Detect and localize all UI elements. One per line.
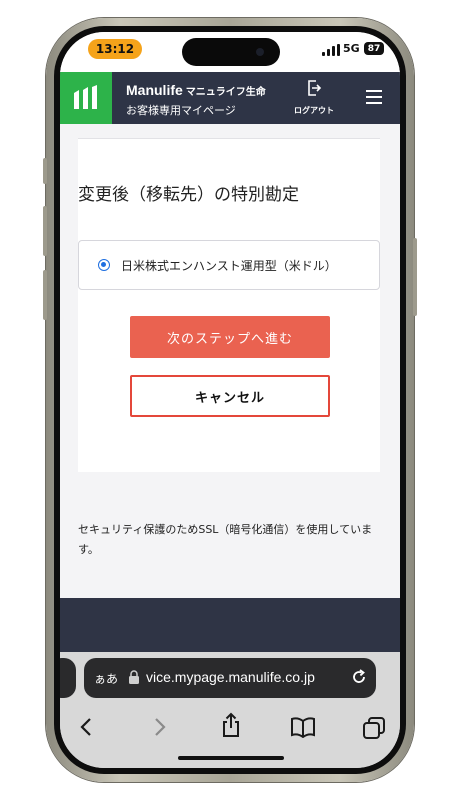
phone-screen: 13:12 5G 87 Manulifeマニュライフ生命 お客様専用マイページ [60, 32, 400, 768]
battery-icon: 87 [364, 42, 384, 55]
reader-button[interactable]: ぁあ [94, 670, 118, 687]
signal-icon [322, 44, 340, 56]
site-subtitle: お客様専用マイページ [126, 104, 236, 117]
hamburger-menu-icon[interactable] [366, 88, 384, 108]
next-step-button[interactable]: 次のステップへ進む [130, 316, 330, 358]
volume-down-button [43, 270, 47, 320]
fund-option-label: 日米株式エンハンスト運用型（米ドル） [121, 259, 337, 273]
logout-button[interactable]: ログアウト [288, 76, 340, 120]
dynamic-island [182, 38, 280, 66]
address-bar[interactable]: ぁあ vice.mypage.manulife.co.jp [84, 658, 376, 698]
share-icon[interactable] [220, 712, 242, 738]
reload-icon[interactable] [350, 668, 368, 686]
home-indicator [178, 756, 284, 760]
status-bar: 13:12 5G 87 [60, 32, 400, 72]
brand-name: Manulife マニュライフ生命 [126, 80, 266, 99]
site-footer [60, 598, 400, 652]
radio-selected-icon[interactable] [98, 259, 110, 271]
tabs-icon[interactable] [362, 716, 386, 740]
bookmarks-icon[interactable] [290, 716, 316, 738]
fund-selection-card: 変更後（移転先）の特別勘定 日米株式エンハンスト運用型（米ドル） 次のステップへ… [78, 138, 380, 472]
fund-option[interactable]: 日米株式エンハンスト運用型（米ドル） [78, 240, 380, 290]
brand-main: Manulife [126, 82, 183, 98]
main-content: 変更後（移転先）の特別勘定 日米株式エンハンスト運用型（米ドル） 次のステップへ… [60, 124, 400, 598]
power-button [413, 238, 417, 316]
brand-jp: マニュライフ生命 [185, 87, 266, 98]
divider [78, 138, 380, 139]
cancel-button[interactable]: キャンセル [130, 375, 330, 417]
ssl-note: セキュリティ保護のためSSL（暗号化通信）を使用しています。 [78, 523, 373, 556]
network-label: 5G [343, 42, 360, 55]
status-time: 13:12 [88, 39, 142, 59]
manulife-logo-icon[interactable] [60, 72, 112, 124]
volume-up-button [43, 206, 47, 256]
previous-tab-preview[interactable] [60, 658, 76, 698]
browser-bottom-bar: ぁあ vice.mypage.manulife.co.jp [60, 652, 400, 768]
forward-icon[interactable] [150, 716, 168, 738]
lock-icon [129, 670, 139, 684]
logout-label: ログアウト [294, 106, 334, 115]
action-button [43, 158, 47, 184]
back-icon[interactable] [78, 716, 96, 738]
site-header: Manulife マニュライフ生命 お客様専用マイページ ログアウト [60, 72, 400, 124]
page-heading: 変更後（移転先）の特別勘定 [78, 185, 299, 205]
logout-icon [308, 80, 322, 96]
url-text[interactable]: vice.mypage.manulife.co.jp [146, 669, 315, 685]
